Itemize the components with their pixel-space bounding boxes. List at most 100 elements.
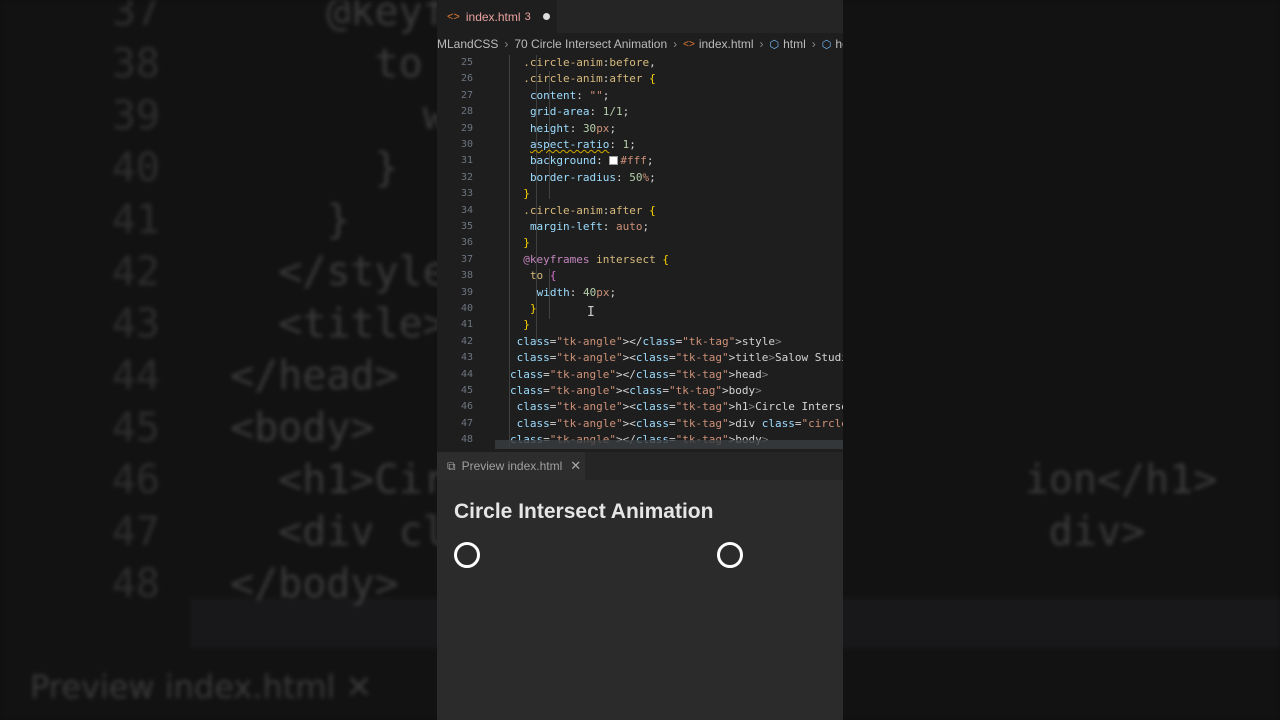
code-line: 35 margin-left: auto; <box>437 219 843 235</box>
breadcrumb-folder[interactable]: MLandCSS <box>437 37 498 51</box>
line-number: 44 <box>460 368 473 380</box>
unsaved-dot-icon[interactable] <box>542 13 550 20</box>
background-line-number: 46 <box>111 457 160 503</box>
text-cursor-icon: I <box>587 305 595 320</box>
code-line: 45 class="tk-angle"><class="tk-tag">body> <box>437 383 843 399</box>
tab-preview[interactable]: ⧉ Preview index.html ✕ <box>437 452 585 480</box>
line-code: margin-left: auto; <box>529 220 650 233</box>
background-line-code: } <box>230 197 351 243</box>
code-line: 43 class="tk-angle"><class="tk-tag">title… <box>437 350 843 366</box>
background-line-number: 48 <box>111 561 160 607</box>
line-code: class="tk-angle"><class="tk-tag">div cla… <box>516 416 843 430</box>
background-line-number: 44 <box>111 353 160 399</box>
line-code: class="tk-angle"><class="tk-tag">body> <box>510 384 762 397</box>
line-code: background: #fff; <box>529 154 654 168</box>
code-line: 42 class="tk-angle"></class="tk-tag">styl… <box>437 334 843 350</box>
line-number: 38 <box>460 270 473 282</box>
line-number: 34 <box>460 204 473 216</box>
preview-pane: Circle Intersect Animation <box>437 480 843 720</box>
breadcrumb-html[interactable]: html <box>783 37 806 51</box>
breadcrumb: MLandCSS › 70 Circle Intersect Animation… <box>437 33 843 55</box>
preview-tab-bar: ⧉ Preview index.html ✕ <box>437 452 843 480</box>
breadcrumb-subfolder[interactable]: 70 Circle Intersect Animation <box>514 37 667 51</box>
line-number: 42 <box>460 335 473 347</box>
line-code: border-radius: 50%; <box>529 170 656 184</box>
line-code: .circle-anim:after { <box>523 203 656 217</box>
line-code: height: 30px; <box>529 121 617 135</box>
line-code: } <box>523 318 530 332</box>
line-code: .circle-anim:before, <box>523 56 656 69</box>
html-file-icon: <> <box>447 10 460 23</box>
background-line-code: } <box>230 145 399 191</box>
breadcrumb-head[interactable]: head <box>835 37 843 51</box>
preview-icon: ⧉ <box>447 458 456 473</box>
preview-heading: Circle Intersect Animation <box>454 500 714 523</box>
code-line: 38 to { <box>437 268 843 284</box>
background-line-number: 40 <box>111 145 160 191</box>
code-line: 31 background: #fff; <box>437 153 843 169</box>
line-code: aspect-ratio: 1; <box>529 138 636 151</box>
element-cube-icon: ⬡ <box>769 38 780 51</box>
code-line: 34 .circle-anim:after { <box>437 203 843 219</box>
code-line: 44 class="tk-angle"></class="tk-tag">head… <box>437 367 843 383</box>
code-line: 25 .circle-anim:before, <box>437 55 843 71</box>
background-line-number: 45 <box>111 405 160 451</box>
code-line: 36} <box>437 235 843 251</box>
line-number: 40 <box>460 303 473 314</box>
code-line: 33} <box>437 186 843 202</box>
code-line: 30 aspect-ratio: 1; <box>437 137 843 153</box>
horizontal-scrollbar[interactable] <box>495 440 843 449</box>
code-line: 40} <box>437 301 843 317</box>
background-preview-label: Preview index.html ✕ <box>30 668 372 706</box>
element-cube-icon: ⬡ <box>821 38 832 51</box>
background-line-code: </style> <box>230 249 471 295</box>
background-line-number: 37 <box>111 0 160 35</box>
background-line-code: @keyfr <box>230 0 471 35</box>
line-code: class="tk-angle"></class="tk-tag">head> <box>510 367 769 381</box>
editor-panel: <> index.html 3 MLandCSS › 70 Circle Int… <box>437 0 843 720</box>
chevron-right-icon: › <box>811 37 816 51</box>
background-line-number: 47 <box>111 509 160 555</box>
breadcrumb-file[interactable]: index.html <box>699 37 754 51</box>
tab-bar: <> index.html 3 <box>437 0 843 33</box>
line-number: 46 <box>460 401 473 413</box>
line-code: width: 40px; <box>536 285 617 299</box>
preview-tab-label: Preview index.html <box>461 459 563 473</box>
chevron-right-icon: › <box>504 37 509 51</box>
background-line-code: to { <box>230 41 471 87</box>
line-number: 33 <box>460 188 473 200</box>
line-number: 39 <box>460 286 473 298</box>
line-code: to { <box>529 269 557 283</box>
tab-problem-count: 3 <box>524 10 531 23</box>
background-close-icon: ✕ <box>345 668 373 706</box>
line-number: 35 <box>460 221 473 232</box>
line-number: 25 <box>460 57 473 68</box>
background-line-number: 42 <box>111 249 160 295</box>
code-line: 26 .circle-anim:after { <box>437 71 843 87</box>
line-number: 26 <box>460 73 473 85</box>
line-number: 30 <box>460 139 473 150</box>
line-code: class="tk-angle"><class="tk-tag">h1>Circ… <box>516 400 843 414</box>
line-code: grid-area: 1/1; <box>529 105 630 119</box>
background-line-number: 38 <box>111 41 160 87</box>
chevron-right-icon: › <box>759 37 764 51</box>
background-line-number: 41 <box>111 197 160 243</box>
close-icon[interactable]: ✕ <box>570 458 581 474</box>
background-line-code: </head> <box>230 353 399 399</box>
code-line: 29 height: 30px; <box>437 121 843 137</box>
preview-circle-left <box>454 542 480 568</box>
line-number: 36 <box>460 237 473 249</box>
html-file-icon: <> <box>683 38 695 50</box>
background-line-code: wi <box>230 93 471 139</box>
line-number: 43 <box>460 352 473 364</box>
line-code: class="tk-angle"><class="tk-tag">title>S… <box>516 351 843 365</box>
background-preview-text: Preview index.html <box>30 668 336 706</box>
tab-index-html[interactable]: <> index.html 3 <box>437 0 557 33</box>
line-number: 31 <box>460 155 473 167</box>
code-editor[interactable]: 25 .circle-anim:before, 26 .circle-anim:aft… <box>437 55 843 449</box>
line-number: 47 <box>460 417 473 429</box>
code-line: 47 class="tk-angle"><class="tk-tag">div c… <box>437 416 843 432</box>
line-number: 28 <box>460 106 473 118</box>
line-code: .circle-anim:after { <box>523 72 656 86</box>
line-number: 41 <box>460 319 473 331</box>
